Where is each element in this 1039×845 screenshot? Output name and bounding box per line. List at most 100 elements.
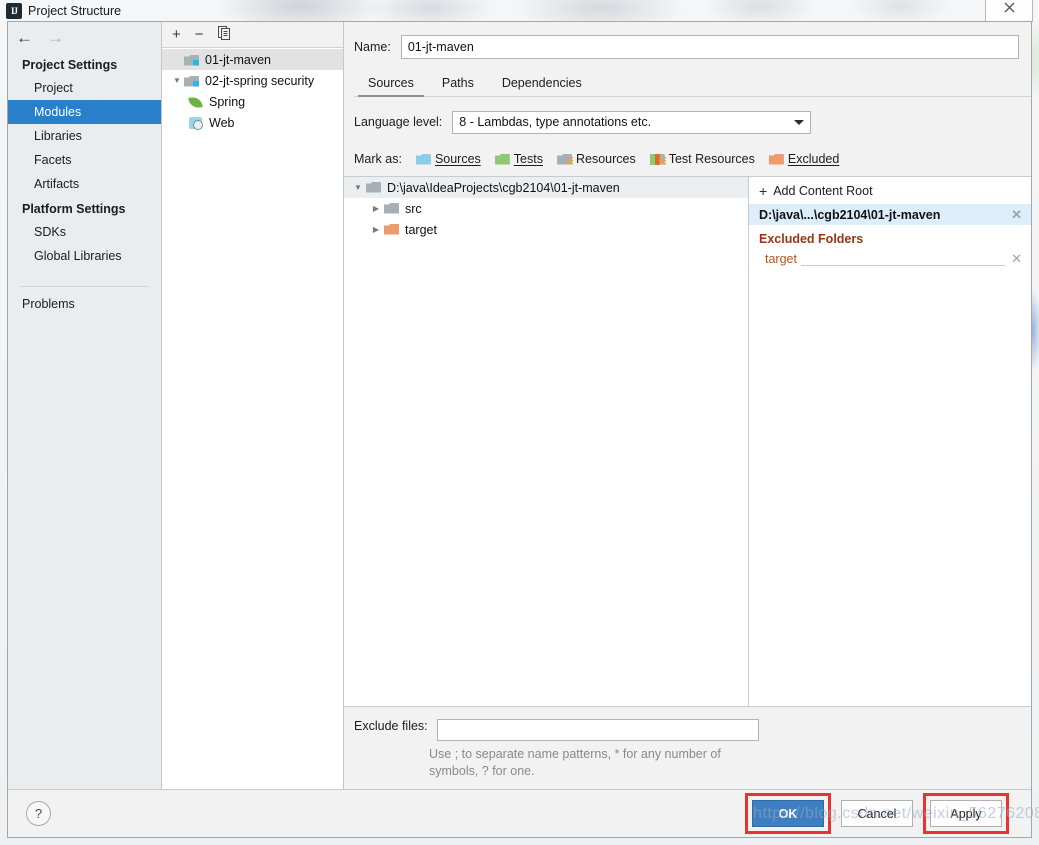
- exclude-files-label: Exclude files:: [354, 719, 428, 733]
- web-facet-icon: [188, 116, 204, 130]
- module-tree-row-spring[interactable]: Spring: [162, 91, 343, 112]
- sidebar-item-libraries[interactable]: Libraries: [8, 124, 161, 148]
- content-root-side-panel: + Add Content Root D:\java\...\cgb2104\0…: [749, 177, 1031, 706]
- module-name-row: Name: 01-jt-maven: [354, 35, 1019, 59]
- exclude-files-row: Exclude files:: [344, 719, 1031, 741]
- tree-twisty-icon[interactable]: ▼: [170, 76, 184, 85]
- folder-green-icon: [494, 153, 510, 166]
- language-level-row: Language level: 8 - Lambdas, type annota…: [354, 110, 811, 134]
- module-label: 02-jt-spring security: [205, 73, 315, 88]
- chevron-down-icon: [794, 119, 804, 125]
- remove-content-root-icon[interactable]: ✕: [1011, 207, 1022, 223]
- mark-as-label-excluded: Excluded: [787, 152, 840, 166]
- source-root-path: D:\java\IdeaProjects\cgb2104\01-jt-maven: [387, 180, 620, 195]
- apply-button[interactable]: Apply: [930, 800, 1002, 827]
- tab-sources[interactable]: Sources: [354, 76, 428, 97]
- forward-arrow-icon[interactable]: →: [47, 29, 64, 46]
- sidebar-nav-arrows: ← →: [8, 22, 161, 52]
- add-content-root-label: Add Content Root: [773, 184, 873, 198]
- settings-sidebar: ← → Project Settings Project Modules Lib…: [8, 22, 162, 790]
- sidebar-item-project[interactable]: Project: [8, 76, 161, 100]
- excluded-folder-label: target: [765, 252, 797, 266]
- copy-module-icon[interactable]: [217, 26, 231, 43]
- sidebar-item-modules[interactable]: Modules: [8, 100, 161, 124]
- remove-excluded-folder-icon[interactable]: ✕: [1011, 251, 1022, 267]
- sidebar-item-facets[interactable]: Facets: [8, 148, 161, 172]
- tab-dependencies[interactable]: Dependencies: [488, 76, 596, 97]
- cancel-button[interactable]: Cancel: [841, 800, 913, 827]
- name-label: Name:: [354, 40, 391, 54]
- source-tree-row-src[interactable]: ▶ src: [344, 198, 748, 219]
- source-tree-row-target[interactable]: ▶ target: [344, 219, 748, 240]
- mark-as-label-resources: Resources: [575, 152, 636, 166]
- sidebar-item-sdks[interactable]: SDKs: [8, 220, 161, 244]
- content-root-entry[interactable]: D:\java\...\cgb2104\01-jt-maven ✕: [749, 204, 1031, 225]
- folder-orange-icon: [768, 153, 784, 166]
- mark-as-label: Mark as:: [354, 152, 402, 166]
- mark-as-row: Mark as: Sources Tests Resources Test Re…: [354, 148, 1031, 170]
- source-tree-root-row[interactable]: ▼ D:\java\IdeaProjects\cgb2104\01-jt-mav…: [344, 177, 748, 198]
- ok-button[interactable]: OK: [752, 800, 824, 827]
- module-folder-icon: [184, 53, 200, 67]
- exclude-files-input[interactable]: [436, 719, 759, 741]
- sidebar-item-global-libraries[interactable]: Global Libraries: [8, 244, 161, 268]
- module-label: 01-jt-maven: [205, 52, 271, 67]
- folder-gray-icon: [366, 181, 382, 195]
- folder-blue-icon: [415, 153, 431, 166]
- plus-icon: +: [759, 183, 768, 199]
- sidebar-item-artifacts[interactable]: Artifacts: [8, 172, 161, 196]
- help-button[interactable]: ?: [26, 801, 51, 826]
- dialog-footer: ? OK Cancel Apply https://blog.csdn.net/…: [8, 789, 1039, 837]
- module-list-panel: + − 01-jt-maven ▼ 02-jt-spring security …: [162, 22, 344, 790]
- language-level-select[interactable]: 8 - Lambdas, type annotations etc.: [452, 110, 811, 134]
- mark-as-tests-button[interactable]: Tests: [494, 152, 543, 166]
- folder-resources-icon: [556, 153, 573, 166]
- content-root-path: D:\java\...\cgb2104\01-jt-maven: [759, 207, 941, 222]
- folder-gray-icon: [384, 202, 400, 216]
- mark-as-test-resources-button[interactable]: Test Resources: [649, 152, 755, 166]
- module-tree-row-01-jt-maven[interactable]: 01-jt-maven: [162, 49, 343, 70]
- module-name-input[interactable]: 01-jt-maven: [400, 35, 1019, 59]
- ok-button-highlight: OK: [745, 793, 831, 834]
- folder-label: target: [405, 222, 437, 237]
- tree-twisty-icon[interactable]: ▶: [368, 204, 384, 213]
- module-tree-row-02-jt-spring-security[interactable]: ▼ 02-jt-spring security: [162, 70, 343, 91]
- mark-as-resources-button[interactable]: Resources: [556, 152, 636, 166]
- back-arrow-icon[interactable]: ←: [16, 29, 33, 46]
- mark-as-label-sources: Sources: [434, 152, 481, 166]
- spring-leaf-icon: [188, 95, 204, 109]
- language-level-value: 8 - Lambdas, type annotations etc.: [459, 114, 652, 129]
- sidebar-item-problems[interactable]: Problems: [8, 287, 161, 311]
- content-roots-area: ▼ D:\java\IdeaProjects\cgb2104\01-jt-mav…: [344, 176, 1031, 706]
- close-icon[interactable]: [985, 0, 1033, 22]
- mark-as-sources-button[interactable]: Sources: [415, 152, 481, 166]
- sidebar-group-project-settings: Project Settings: [22, 58, 118, 72]
- excluded-row-underline: [801, 265, 1005, 266]
- apply-button-highlight: Apply: [923, 793, 1009, 834]
- intellij-idea-icon: IJ: [6, 2, 22, 19]
- exclude-files-hint: Use ; to separate name patterns, * for a…: [429, 747, 721, 778]
- excluded-folder-entry[interactable]: target ✕: [749, 249, 1031, 269]
- detail-tabs: Sources Paths Dependencies: [354, 71, 1031, 97]
- folder-test-resources-icon: [649, 153, 666, 166]
- sidebar-group-platform-settings: Platform Settings: [22, 202, 126, 216]
- window-titlebar: IJ Project Structure: [0, 0, 1039, 22]
- add-content-root-button[interactable]: + Add Content Root: [749, 177, 1031, 204]
- project-structure-dialog: ← → Project Settings Project Modules Lib…: [7, 21, 1039, 838]
- facet-label: Spring: [209, 94, 246, 109]
- tree-twisty-icon[interactable]: ▼: [350, 183, 366, 192]
- module-tree-row-web[interactable]: Web: [162, 112, 343, 133]
- remove-module-icon[interactable]: −: [195, 27, 204, 42]
- tree-twisty-icon[interactable]: ▶: [368, 225, 384, 234]
- module-detail-panel: Name: 01-jt-maven Sources Paths Dependen…: [344, 22, 1031, 790]
- module-tree: 01-jt-maven ▼ 02-jt-spring security Spri…: [162, 48, 343, 790]
- facet-label: Web: [209, 115, 235, 130]
- mark-as-excluded-button[interactable]: Excluded: [768, 152, 840, 166]
- dialog-body: ← → Project Settings Project Modules Lib…: [8, 22, 1031, 790]
- add-module-icon[interactable]: +: [172, 27, 181, 42]
- module-folder-icon: [184, 74, 200, 88]
- excluded-folders-header: Excluded Folders: [759, 232, 864, 246]
- tab-paths[interactable]: Paths: [428, 76, 488, 97]
- source-folders-tree: ▼ D:\java\IdeaProjects\cgb2104\01-jt-mav…: [344, 177, 749, 706]
- module-list-toolbar: + −: [162, 22, 343, 48]
